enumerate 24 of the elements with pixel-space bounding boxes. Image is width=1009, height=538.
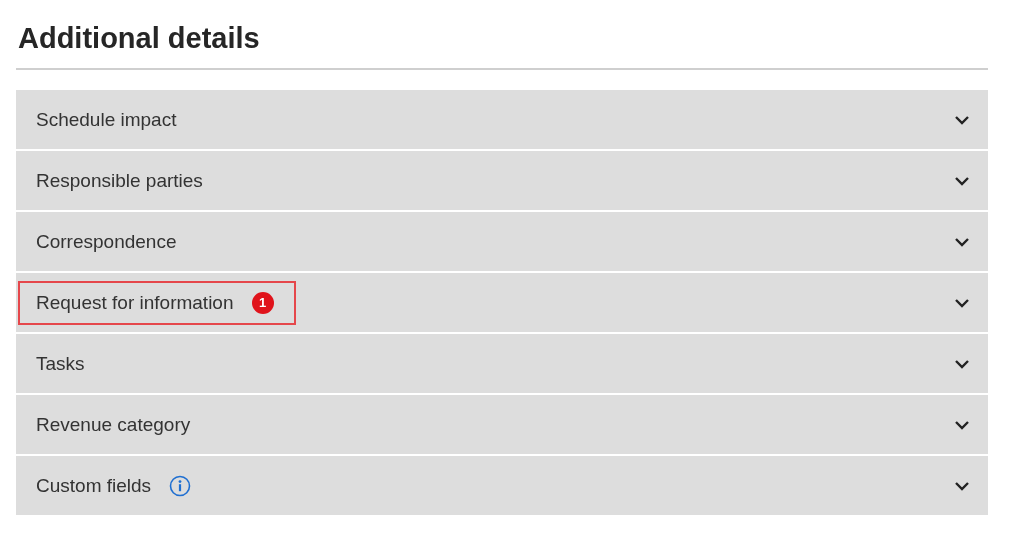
accordion-label: Schedule impact	[36, 108, 177, 131]
chevron-icon	[954, 236, 970, 247]
chevron-icon	[954, 358, 970, 369]
accordion-header[interactable]: Revenue category	[16, 395, 988, 454]
count-badge: 1	[251, 291, 274, 314]
accordion-header[interactable]: Custom fields	[16, 456, 988, 515]
chevron-icon	[954, 480, 970, 491]
accordion-header[interactable]: Tasks	[16, 334, 988, 393]
accordion-header[interactable]: Schedule impact	[16, 90, 988, 149]
accordion-label: Responsible parties	[36, 169, 203, 192]
accordion-label: Revenue category	[36, 413, 191, 436]
accordion-header[interactable]: Responsible parties	[16, 151, 988, 210]
chevron-icon	[954, 114, 970, 125]
accordion-header[interactable]: Correspondence	[16, 212, 988, 271]
info-icon[interactable]	[169, 474, 192, 497]
chevron-icon	[954, 175, 970, 186]
section-title: Additional details	[18, 21, 261, 56]
accordion-label: Request for information	[36, 291, 234, 314]
accordion-label: Custom fields	[36, 474, 152, 497]
accordion-label: Tasks	[36, 352, 85, 375]
accordion-label: Correspondence	[36, 230, 177, 253]
accordion-header[interactable]: Request for information 1	[16, 273, 988, 332]
chevron-icon	[954, 419, 970, 430]
chevron-icon	[954, 297, 970, 308]
